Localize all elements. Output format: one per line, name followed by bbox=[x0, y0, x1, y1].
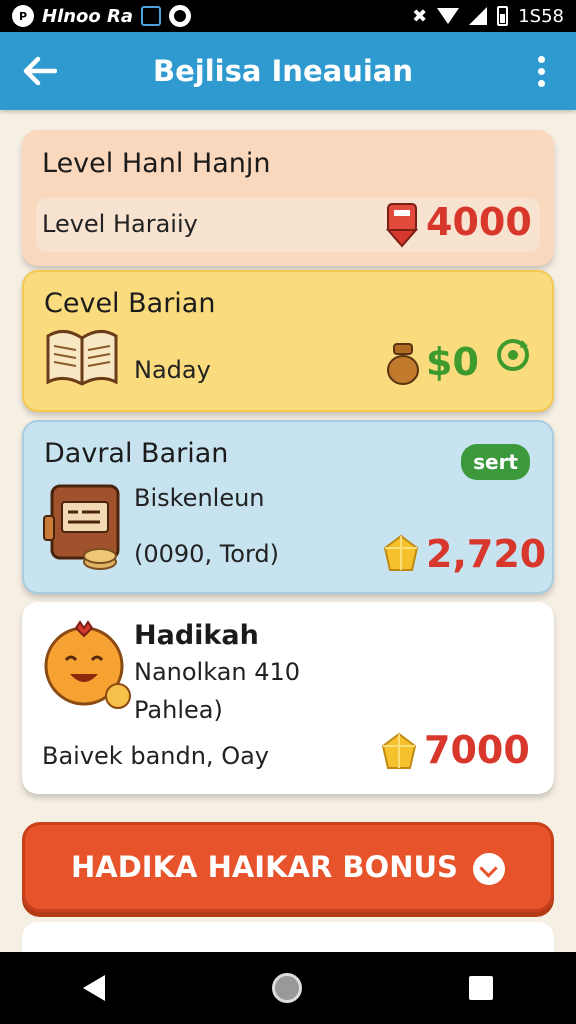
menu-dot bbox=[537, 67, 545, 75]
open-book-icon bbox=[46, 330, 118, 386]
reward-card-4[interactable]: Hadikah Nanolkan 410 Pahlea) Baivek band… bbox=[22, 602, 554, 794]
overflow-menu-button[interactable] bbox=[506, 32, 576, 110]
reward-amount: 2,720 bbox=[426, 532, 547, 576]
red-shield-icon bbox=[385, 203, 419, 248]
chevron-down-icon bbox=[473, 853, 505, 885]
card-title: Davral Barian bbox=[44, 438, 229, 469]
status-bar: P Hlnoo Ra ✖ 1S58 bbox=[0, 0, 576, 32]
bonus-button-label: HADIKA HAIKAR BONUS bbox=[71, 850, 458, 884]
menu-dot bbox=[537, 79, 545, 87]
nav-home-icon[interactable] bbox=[271, 973, 302, 1003]
card-title: Hadikah bbox=[134, 620, 259, 651]
notification-icon: P bbox=[12, 5, 34, 27]
reward-card-2[interactable]: Cevel Barian Naday $0 bbox=[22, 270, 554, 412]
card-text: Naday bbox=[134, 356, 211, 384]
bluetooth-icon: ✖ bbox=[412, 5, 428, 27]
battery-icon bbox=[497, 6, 509, 26]
bonus-button[interactable]: HADIKA HAIKAR BONUS bbox=[22, 822, 554, 912]
gold-gem-icon bbox=[381, 732, 417, 769]
carrier-label: Hlnoo Ra bbox=[42, 5, 134, 27]
signal-icon bbox=[469, 7, 488, 25]
coin-bag-icon bbox=[387, 343, 419, 385]
reward-amount: 4000 bbox=[426, 200, 532, 244]
card-text: Level Haraiiy bbox=[42, 210, 198, 238]
app-notification-icon bbox=[141, 6, 162, 26]
arrow-left-icon bbox=[23, 56, 57, 86]
reward-card-1[interactable]: Level Hanl Hanjn Level Haraiiy 4000 bbox=[22, 130, 554, 266]
card-line-1: Nanolkan 410 bbox=[134, 658, 301, 686]
clock: 1S58 bbox=[518, 5, 564, 27]
app-bar: Bejlisa Ineauian bbox=[0, 32, 576, 110]
card-title: Cevel Barian bbox=[44, 288, 216, 319]
system-nav-bar bbox=[0, 952, 576, 1024]
nav-back-icon[interactable] bbox=[83, 975, 106, 1001]
green-refresh-icon[interactable] bbox=[494, 336, 532, 374]
page-title: Bejlisa Ineauian bbox=[153, 54, 413, 88]
smiley-mascot-icon bbox=[44, 620, 131, 709]
reward-amount: $0 bbox=[426, 340, 479, 384]
card-line-2: Pahlea) bbox=[134, 696, 223, 724]
reward-card-3[interactable]: Davral Barian sert Biskenleun (0090, Tor… bbox=[22, 420, 554, 594]
card-line-1: Biskenleun bbox=[134, 484, 265, 512]
gold-gem-icon bbox=[383, 534, 419, 571]
wifi-icon bbox=[437, 8, 460, 24]
nav-recents-icon[interactable] bbox=[468, 976, 493, 1000]
send-badge-button[interactable]: sert bbox=[461, 444, 530, 480]
treasure-chest-icon bbox=[43, 484, 120, 570]
menu-dot bbox=[537, 55, 545, 63]
back-button[interactable] bbox=[0, 32, 80, 110]
card-line-3: Baivek bandn, Oay bbox=[42, 742, 269, 770]
sync-icon bbox=[169, 5, 192, 27]
reward-amount: 7000 bbox=[424, 728, 530, 772]
card-line-2: (0090, Tord) bbox=[134, 540, 280, 568]
card-title: Level Hanl Hanjn bbox=[42, 148, 271, 179]
